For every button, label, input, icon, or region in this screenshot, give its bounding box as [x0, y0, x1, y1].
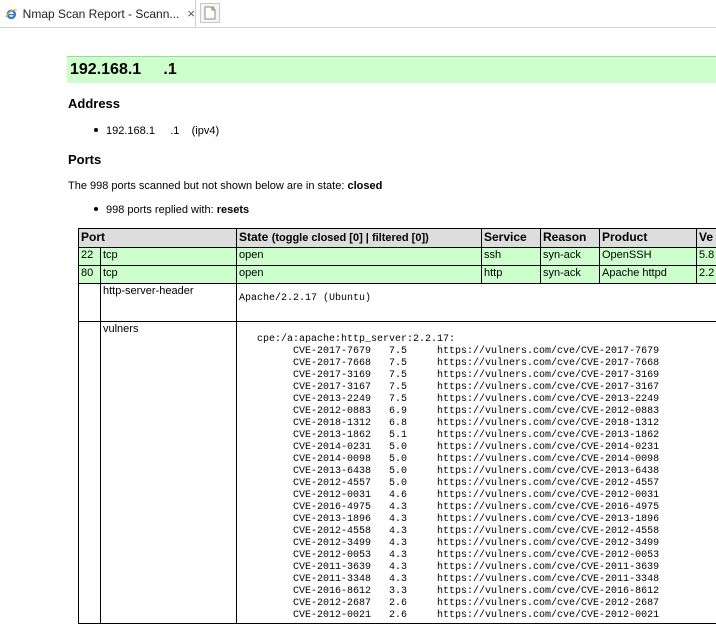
- new-tab-button[interactable]: [200, 3, 220, 23]
- script-spacer: [78, 321, 101, 624]
- ie-icon: [5, 8, 18, 19]
- browser-tab[interactable]: Nmap Scan Report - Scann... ×: [0, 0, 196, 27]
- col-state: State (toggle closed [0] | filtered [0]): [236, 228, 482, 248]
- closed-ports-text: The 998 ports scanned but not shown belo…: [68, 180, 382, 192]
- script-output: cpe:/a:apache:http_server:2.2.17: CVE-20…: [257, 334, 660, 621]
- script-output-cell: Apache/2.2.17 (Ubuntu): [236, 283, 716, 322]
- toggle-closed-filtered-link[interactable]: (toggle closed [0] | filtered [0]): [272, 232, 429, 244]
- port-protocol: tcp: [100, 265, 237, 284]
- script-output: Apache/2.2.17 (Ubuntu): [239, 293, 372, 304]
- new-tab-icon: [204, 6, 216, 20]
- closed-ports-state: closed: [347, 180, 383, 192]
- port-version: 2.2: [696, 265, 716, 284]
- port-product: OpenSSH: [599, 247, 697, 266]
- host-header: 192.168.1 .1: [67, 56, 716, 83]
- table-header-row: Port State (toggle closed [0] | filtered…: [78, 228, 716, 248]
- script-id: http-server-header: [100, 283, 237, 322]
- script-spacer: [78, 283, 101, 322]
- port-reason: syn-ack: [540, 247, 600, 266]
- table-row: 22 tcp open ssh syn-ack OpenSSH 5.8: [78, 247, 716, 266]
- address-value: 192.168.1 .1: [106, 125, 180, 137]
- report-page: · · · · · · · 192.168.1 .1 Address 192.1…: [0, 28, 716, 641]
- script-row: vulners cpe:/a:apache:http_server:2.2.17…: [78, 321, 716, 624]
- replied-label: 998 ports replied with:: [106, 204, 214, 216]
- tab-close-icon[interactable]: ×: [187, 6, 195, 21]
- tab-title: Nmap Scan Report - Scann...: [22, 6, 180, 21]
- port-service: ssh: [481, 247, 541, 266]
- col-port: Port: [78, 228, 237, 248]
- script-output-cell: cpe:/a:apache:http_server:2.2.17: CVE-20…: [236, 321, 716, 624]
- replied-state: resets: [216, 204, 250, 216]
- port-number: 22: [78, 247, 101, 266]
- port-version: 5.8: [696, 247, 716, 266]
- port-state: open: [236, 265, 482, 284]
- port-reason: syn-ack: [540, 265, 600, 284]
- script-id: vulners: [100, 321, 237, 624]
- replied-item: 998 ports replied with: resets: [94, 204, 249, 216]
- table-row: 80 tcp open http syn-ack Apache httpd 2.…: [78, 265, 716, 284]
- col-state-label: State: [239, 230, 269, 244]
- browser-tab-strip: Nmap Scan Report - Scann... ×: [0, 0, 716, 28]
- col-version: Ve: [696, 228, 716, 248]
- col-service: Service: [481, 228, 541, 248]
- closed-ports-label: The 998 ports scanned but not shown belo…: [68, 180, 345, 192]
- address-item: 192.168.1 .1 (ipv4): [94, 125, 219, 137]
- ports-table: Port State (toggle closed [0] | filtered…: [78, 228, 716, 624]
- ports-heading: Ports: [68, 152, 102, 167]
- address-type: (ipv4): [191, 125, 220, 137]
- port-product: Apache httpd: [599, 265, 697, 284]
- address-heading: Address: [68, 96, 121, 111]
- script-row: http-server-header Apache/2.2.17 (Ubuntu…: [78, 283, 716, 322]
- port-protocol: tcp: [100, 247, 237, 266]
- port-number: 80: [78, 265, 101, 284]
- port-state: open: [236, 247, 482, 266]
- clipped-text-fragment: · · · · · · ·: [255, 28, 330, 32]
- col-product: Product: [599, 228, 697, 248]
- col-reason: Reason: [540, 228, 600, 248]
- port-service: http: [481, 265, 541, 284]
